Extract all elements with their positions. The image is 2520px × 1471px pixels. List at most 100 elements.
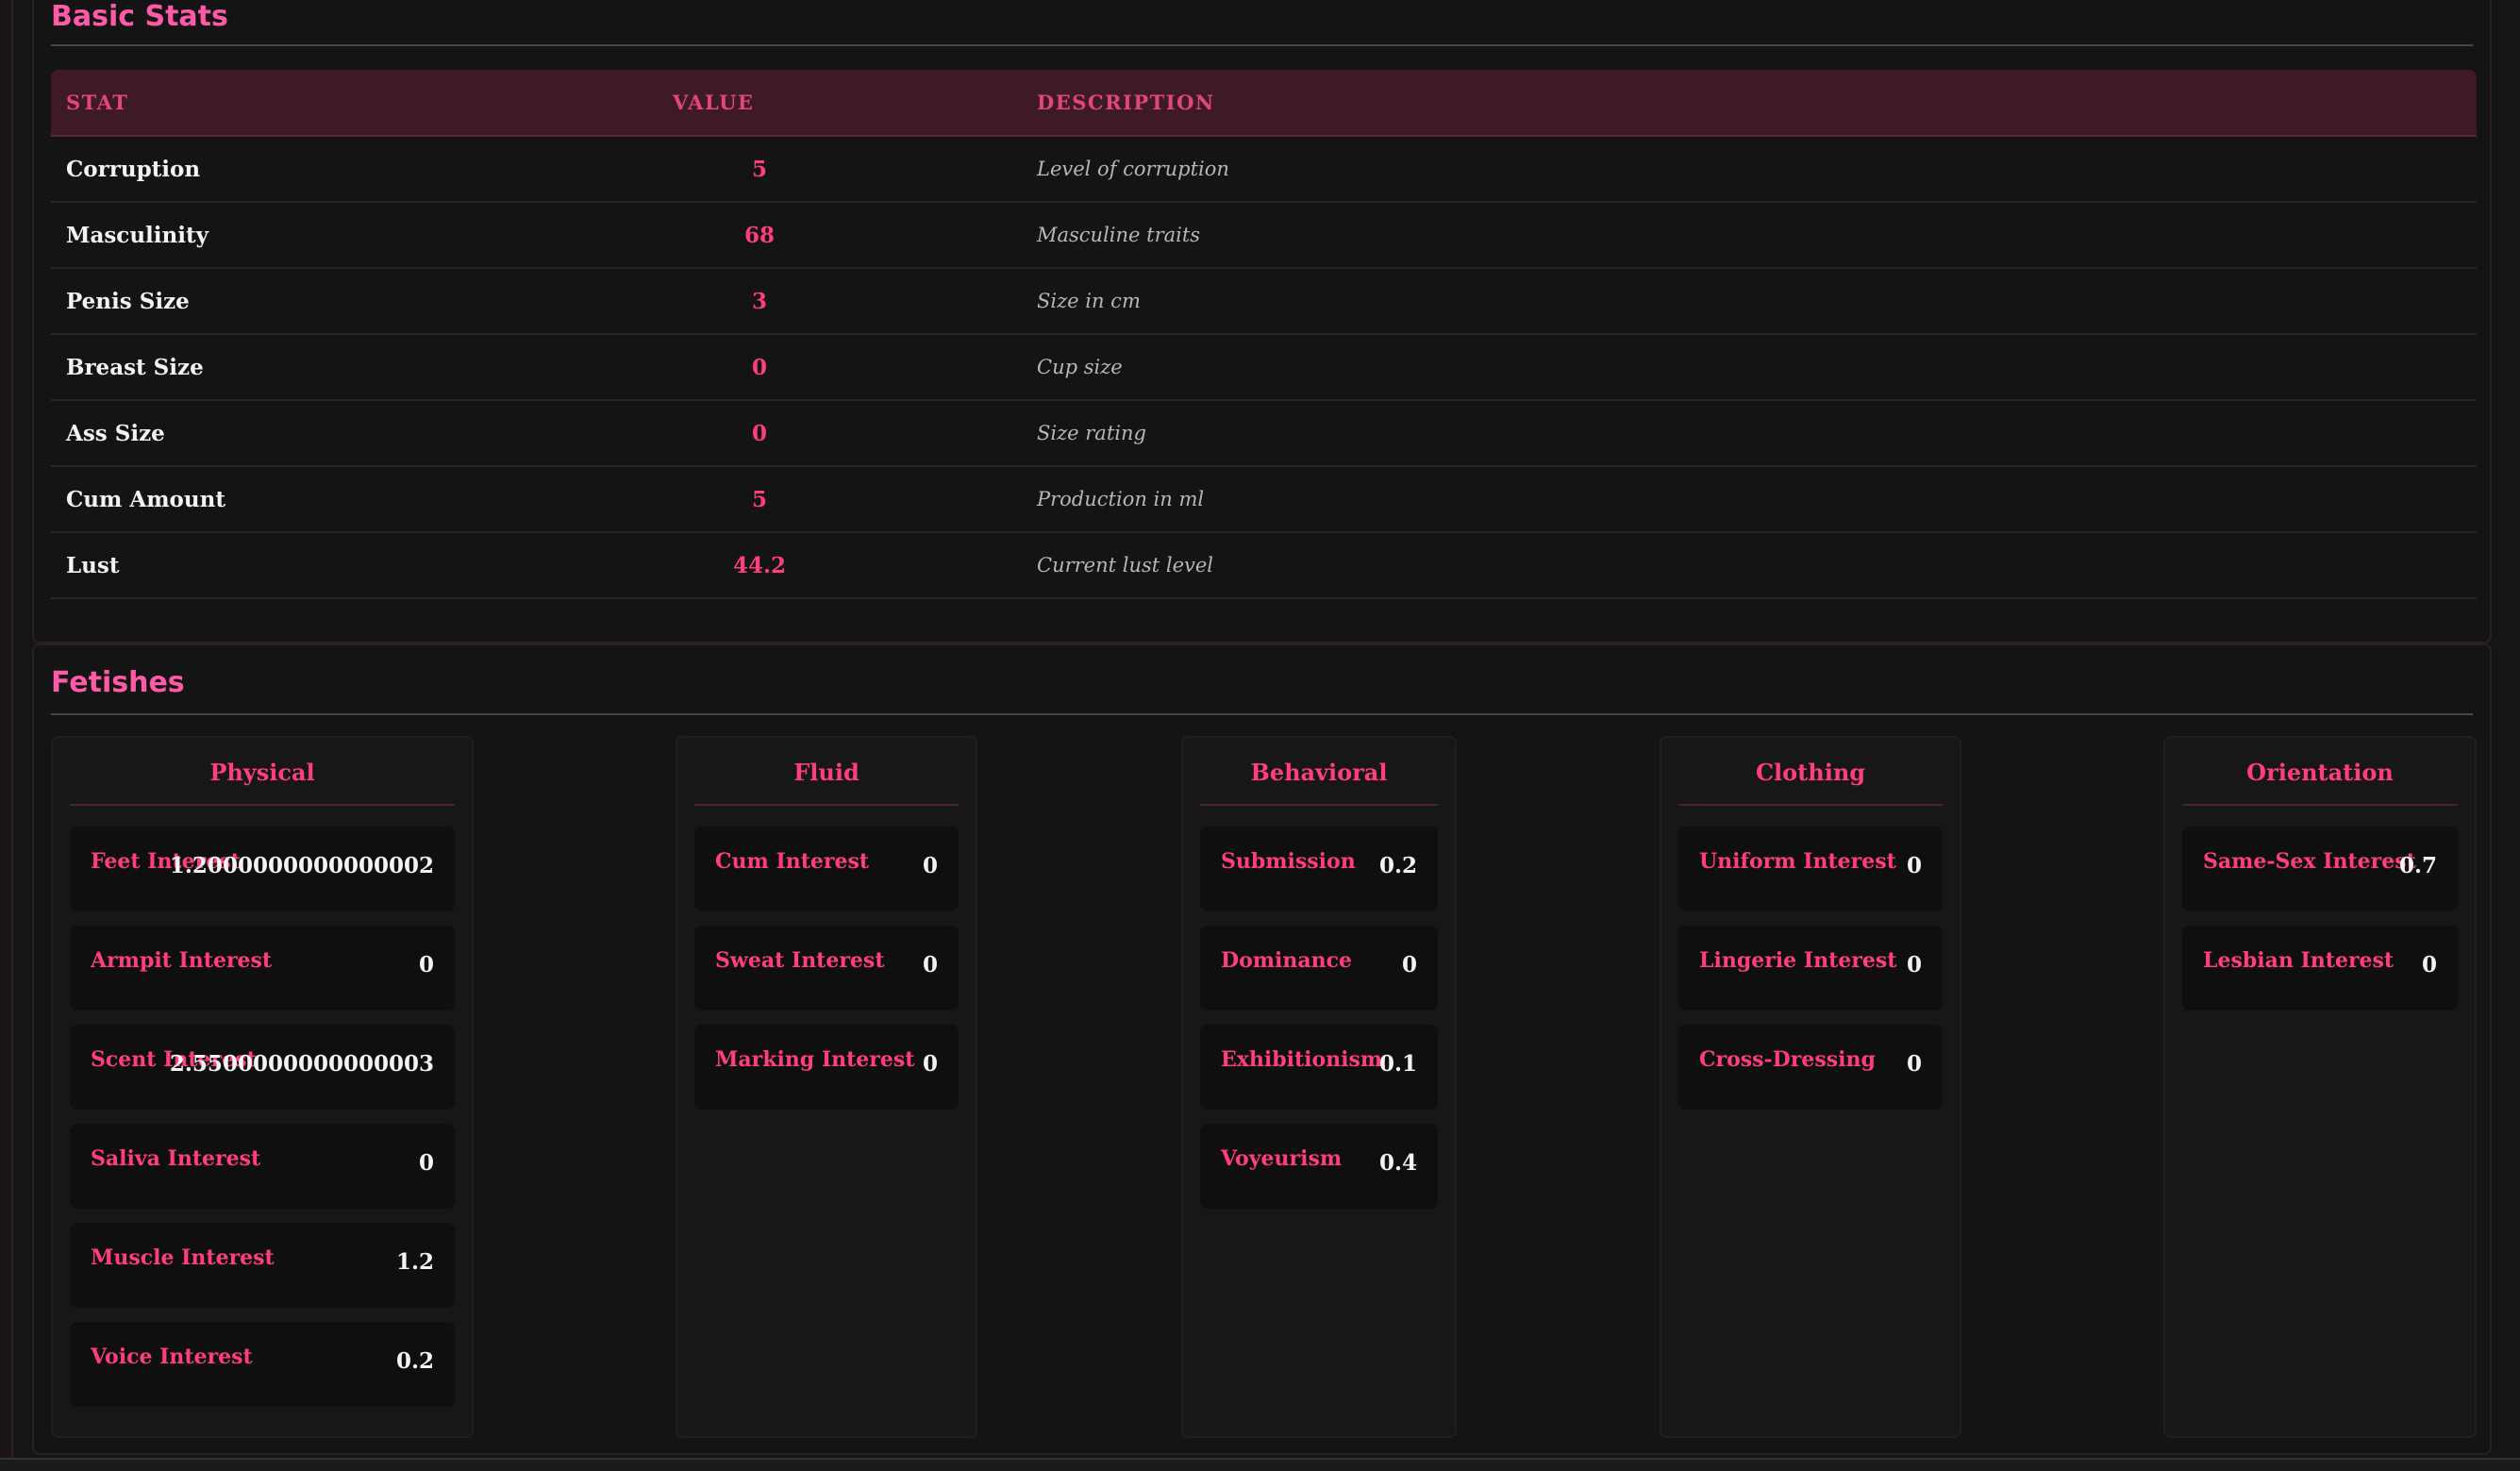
fetish-label: Saliva Interest [91, 1146, 261, 1171]
page: Basic Stats STAT VALUE DESCRIPTION Corru… [0, 0, 2520, 1471]
table-row: Lust 44.2 Current lust level [51, 532, 2477, 599]
fetish-item: Muscle Interest 1.2 [70, 1223, 455, 1308]
fetish-item: Voice Interest 0.2 [70, 1322, 455, 1407]
table-row: Breast Size 0 Cup size [51, 334, 2477, 401]
stat-name: Lust [51, 532, 658, 599]
fetish-item: Exhibitionism 0.1 [1200, 1025, 1438, 1110]
fetish-value: 0.2 [1378, 853, 1417, 878]
fetish-value: 0.2 [395, 1348, 434, 1374]
fetishes-title: Fetishes [51, 666, 185, 699]
category-header: Fluid [694, 738, 959, 806]
category-header: Behavioral [1200, 738, 1438, 806]
fetish-label: Submission [1221, 849, 1356, 874]
fetish-value: 0 [1401, 952, 1417, 978]
stat-name: Corruption [51, 136, 658, 203]
stat-description: Cup size [1022, 334, 2477, 401]
fetish-label: Lingerie Interest [1699, 948, 1897, 973]
table-row: Ass Size 0 Size rating [51, 400, 2477, 467]
fetish-label: Sweat Interest [715, 948, 885, 973]
stat-description: Size in cm [1022, 268, 2477, 335]
stat-value: 0 [658, 400, 1022, 467]
fetish-item: Sweat Interest 0 [694, 926, 959, 1011]
fetish-category-behavioral: Behavioral Submission 0.2 Dominance 0 Ex… [1181, 736, 1457, 1438]
fetish-item: Saliva Interest 0 [70, 1124, 455, 1209]
fetish-label: Cross-Dressing [1699, 1047, 1876, 1072]
category-header: Physical [70, 738, 455, 806]
stat-name: Cum Amount [51, 466, 658, 533]
fetish-value: 0 [1906, 853, 1922, 878]
fetish-label: Cum Interest [715, 849, 870, 874]
fetish-label: Voyeurism [1221, 1146, 1343, 1171]
fetish-value: 1.2000000000000002 [169, 853, 434, 878]
fetish-category-fluid: Fluid Cum Interest 0 Sweat Interest 0 Ma… [676, 736, 977, 1438]
stat-description: Current lust level [1022, 532, 2477, 599]
table-row: Cum Amount 5 Production in ml [51, 466, 2477, 533]
fetish-value: 0 [1906, 952, 1922, 978]
table-row: Masculinity 68 Masculine traits [51, 202, 2477, 269]
stat-description: Masculine traits [1022, 202, 2477, 269]
category-header: Orientation [2182, 738, 2458, 806]
stat-value: 68 [658, 202, 1022, 269]
stat-value: 5 [658, 136, 1022, 203]
fetish-label: Muscle Interest [91, 1245, 275, 1270]
stat-name: Ass Size [51, 400, 658, 467]
fetish-value: 0 [418, 1150, 434, 1176]
stat-description: Production in ml [1022, 466, 2477, 533]
stat-name: Masculinity [51, 202, 658, 269]
fetish-item: Marking Interest 0 [694, 1025, 959, 1110]
left-rail [0, 0, 13, 1469]
fetish-item: Submission 0.2 [1200, 827, 1438, 911]
fetish-value: 0 [2421, 952, 2437, 978]
stat-column-header: STAT [51, 70, 658, 137]
stat-name: Breast Size [51, 334, 658, 401]
stats-table: STAT VALUE DESCRIPTION Corruption 5 Leve… [51, 70, 2477, 599]
fetish-label: Same-Sex Interest [2203, 849, 2416, 874]
fetish-label: Marking Interest [715, 1047, 915, 1072]
description-column-header: DESCRIPTION [1022, 70, 2477, 137]
section-divider [51, 44, 2473, 46]
section-divider [51, 713, 2473, 715]
fetish-item: Uniform Interest 0 [1678, 827, 1943, 911]
basic-stats-title: Basic Stats [51, 0, 228, 33]
fetish-value: 0.7 [2398, 853, 2437, 878]
table-row: Corruption 5 Level of corruption [51, 136, 2477, 203]
stat-value: 0 [658, 334, 1022, 401]
fetish-value: 0 [418, 952, 434, 978]
fetish-item: Feet Interest 1.2000000000000002 [70, 827, 455, 911]
fetish-value: 0 [922, 853, 938, 878]
fetish-item: Dominance 0 [1200, 926, 1438, 1011]
fetish-value: 0 [922, 952, 938, 978]
basic-stats-panel: Basic Stats STAT VALUE DESCRIPTION Corru… [32, 0, 2492, 644]
fetish-value: 0 [1906, 1051, 1922, 1077]
fetish-label: Uniform Interest [1699, 849, 1896, 874]
stat-name: Penis Size [51, 268, 658, 335]
fetish-label: Lesbian Interest [2203, 948, 2395, 973]
fetish-item: Scent Interest 2.5500000000000003 [70, 1025, 455, 1110]
fetish-item: Armpit Interest 0 [70, 926, 455, 1011]
fetish-label: Exhibitionism [1221, 1047, 1383, 1072]
fetish-item: Cross-Dressing 0 [1678, 1025, 1943, 1110]
fetish-category-physical: Physical Feet Interest 1.200000000000000… [51, 736, 474, 1438]
fetish-value: 1.2 [395, 1249, 434, 1275]
fetish-item: Same-Sex Interest 0.7 [2182, 827, 2458, 911]
fetish-item: Cum Interest 0 [694, 827, 959, 911]
fetish-label: Voice Interest [91, 1345, 253, 1369]
fetish-item: Lingerie Interest 0 [1678, 926, 1943, 1011]
fetish-value: 2.5500000000000003 [169, 1051, 434, 1077]
fetish-label: Dominance [1221, 948, 1353, 973]
stat-description: Level of corruption [1022, 136, 2477, 203]
fetish-value: 0.4 [1378, 1150, 1417, 1176]
fetish-category-clothing: Clothing Uniform Interest 0 Lingerie Int… [1660, 736, 1961, 1438]
fetishes-panel: Fetishes Physical Feet Interest 1.200000… [32, 644, 2492, 1455]
stat-value: 5 [658, 466, 1022, 533]
stat-value: 44.2 [658, 532, 1022, 599]
table-row: Penis Size 3 Size in cm [51, 268, 2477, 335]
stat-value: 3 [658, 268, 1022, 335]
fetish-value: 0.1 [1378, 1051, 1417, 1077]
fetish-category-orientation: Orientation Same-Sex Interest 0.7 Lesbia… [2163, 736, 2477, 1438]
value-column-header: VALUE [658, 70, 1022, 137]
fetish-label: Armpit Interest [91, 948, 273, 973]
stat-description: Size rating [1022, 400, 2477, 467]
fetish-item: Lesbian Interest 0 [2182, 926, 2458, 1011]
fetish-item: Voyeurism 0.4 [1200, 1124, 1438, 1209]
